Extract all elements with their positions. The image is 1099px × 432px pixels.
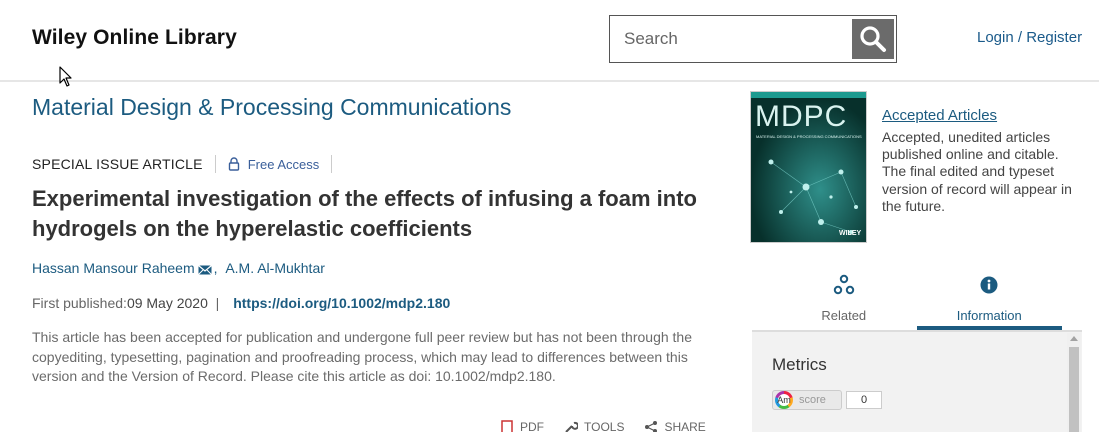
tab-related[interactable]: Related	[771, 266, 917, 330]
cover-publisher: WILEY	[839, 230, 862, 237]
divider	[331, 155, 333, 173]
share-button[interactable]: SHARE	[644, 420, 706, 432]
first-published-label: First published:	[32, 295, 127, 311]
search-button[interactable]	[852, 19, 894, 59]
altmetric-score-box: Am score	[772, 390, 842, 410]
related-icon	[833, 274, 855, 296]
search-icon	[860, 26, 886, 52]
author-link[interactable]: A.M. Al-Mukhtar	[225, 260, 325, 276]
email-icon[interactable]	[197, 264, 212, 276]
journal-title[interactable]: Material Design & Processing Communicati…	[32, 94, 511, 121]
search-box	[609, 15, 897, 63]
altmetric-badge[interactable]: Am score 0	[772, 390, 882, 410]
wrench-icon	[565, 421, 578, 432]
site-logo[interactable]: Wiley Online Library	[32, 26, 237, 50]
share-icon	[645, 421, 658, 432]
article-tools: PDF TOOLS SHARE	[500, 420, 706, 432]
information-panel: Metrics Am score 0	[752, 330, 1082, 432]
author-link[interactable]: Hassan Mansour Raheem	[32, 260, 195, 276]
info-icon	[979, 274, 999, 296]
search-input[interactable]	[610, 16, 850, 62]
login-register-link[interactable]: Login / Register	[977, 29, 1082, 46]
tab-information-label: Information	[956, 308, 1022, 323]
tab-information[interactable]: Information	[916, 266, 1062, 330]
mouse-cursor-icon	[59, 66, 72, 87]
doi-link[interactable]: https://doi.org/10.1002/mdp2.180	[233, 295, 450, 311]
divider: |	[211, 295, 220, 311]
accepted-notice: This article has been accepted for publi…	[32, 329, 692, 384]
lock-icon	[228, 157, 240, 171]
tools-label: TOOLS	[584, 420, 625, 432]
scroll-thumb[interactable]	[1069, 347, 1079, 432]
pdf-button[interactable]: PDF	[500, 420, 544, 432]
free-access-badge: Free Access	[247, 156, 320, 172]
metrics-heading: Metrics	[772, 355, 827, 374]
tab-related-label: Related	[821, 308, 867, 323]
share-label: SHARE	[664, 420, 706, 432]
panel-scrollbar[interactable]	[1067, 333, 1081, 432]
article-title: Experimental investigation of the effect…	[32, 186, 697, 241]
altmetric-count: 0	[846, 391, 882, 409]
article-meta: SPECIAL ISSUE ARTICLE Free Access	[32, 154, 344, 174]
publication-info: First published:09 May 2020 | https://do…	[32, 295, 450, 311]
sidebar-tabs: Related Information	[771, 266, 1062, 330]
cover-title: MDPC	[755, 100, 848, 133]
first-published-date: 09 May 2020	[126, 295, 208, 311]
accepted-articles-description: Accepted, unedited articles published on…	[882, 129, 1072, 214]
accepted-articles-link[interactable]: Accepted Articles	[882, 107, 997, 124]
pdf-label: PDF	[520, 420, 544, 432]
author-separator: ,	[213, 260, 226, 276]
author-list: Hassan Mansour Raheem , A.M. Al-Mukhtar	[32, 260, 325, 276]
divider	[214, 155, 216, 173]
scroll-up-arrow-icon[interactable]	[1070, 336, 1078, 341]
site-header: Wiley Online Library Login / Register	[0, 0, 1099, 82]
article-type: SPECIAL ISSUE ARTICLE	[32, 156, 203, 172]
altmetric-label: score	[799, 394, 826, 406]
altmetric-donut-icon: Am	[775, 391, 793, 409]
tools-button[interactable]: TOOLS	[564, 420, 624, 432]
pdf-icon	[501, 420, 513, 432]
cover-subtitle: MATERIAL DESIGN & PROCESSING COMMUNICATI…	[756, 134, 862, 139]
journal-cover-image[interactable]: MDPC MATERIAL DESIGN & PROCESSING COMMUN…	[751, 92, 866, 242]
